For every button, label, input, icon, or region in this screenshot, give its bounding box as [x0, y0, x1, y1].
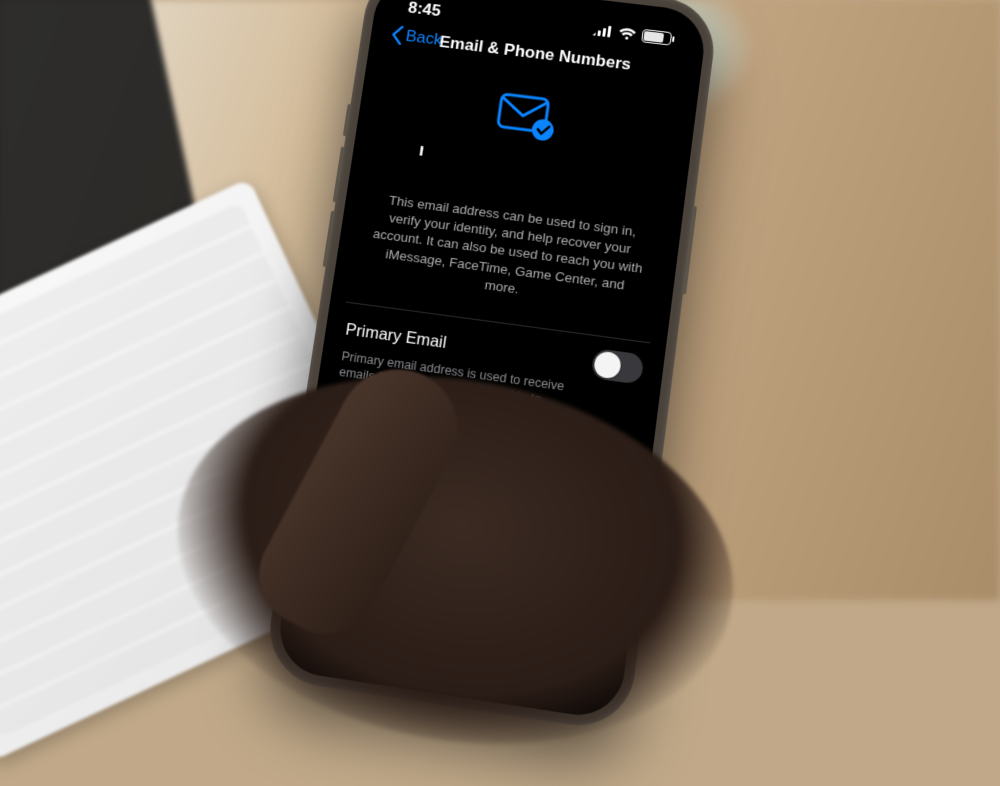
battery-icon: 75 [641, 29, 672, 46]
primary-email-label: Primary Email [344, 320, 447, 352]
wifi-icon [618, 27, 637, 41]
status-time: 8:45 [407, 0, 442, 21]
chevron-left-icon [389, 25, 405, 45]
mute-switch [343, 104, 352, 137]
battery-percent: 75 [651, 32, 662, 43]
primary-email-toggle[interactable] [591, 348, 645, 385]
